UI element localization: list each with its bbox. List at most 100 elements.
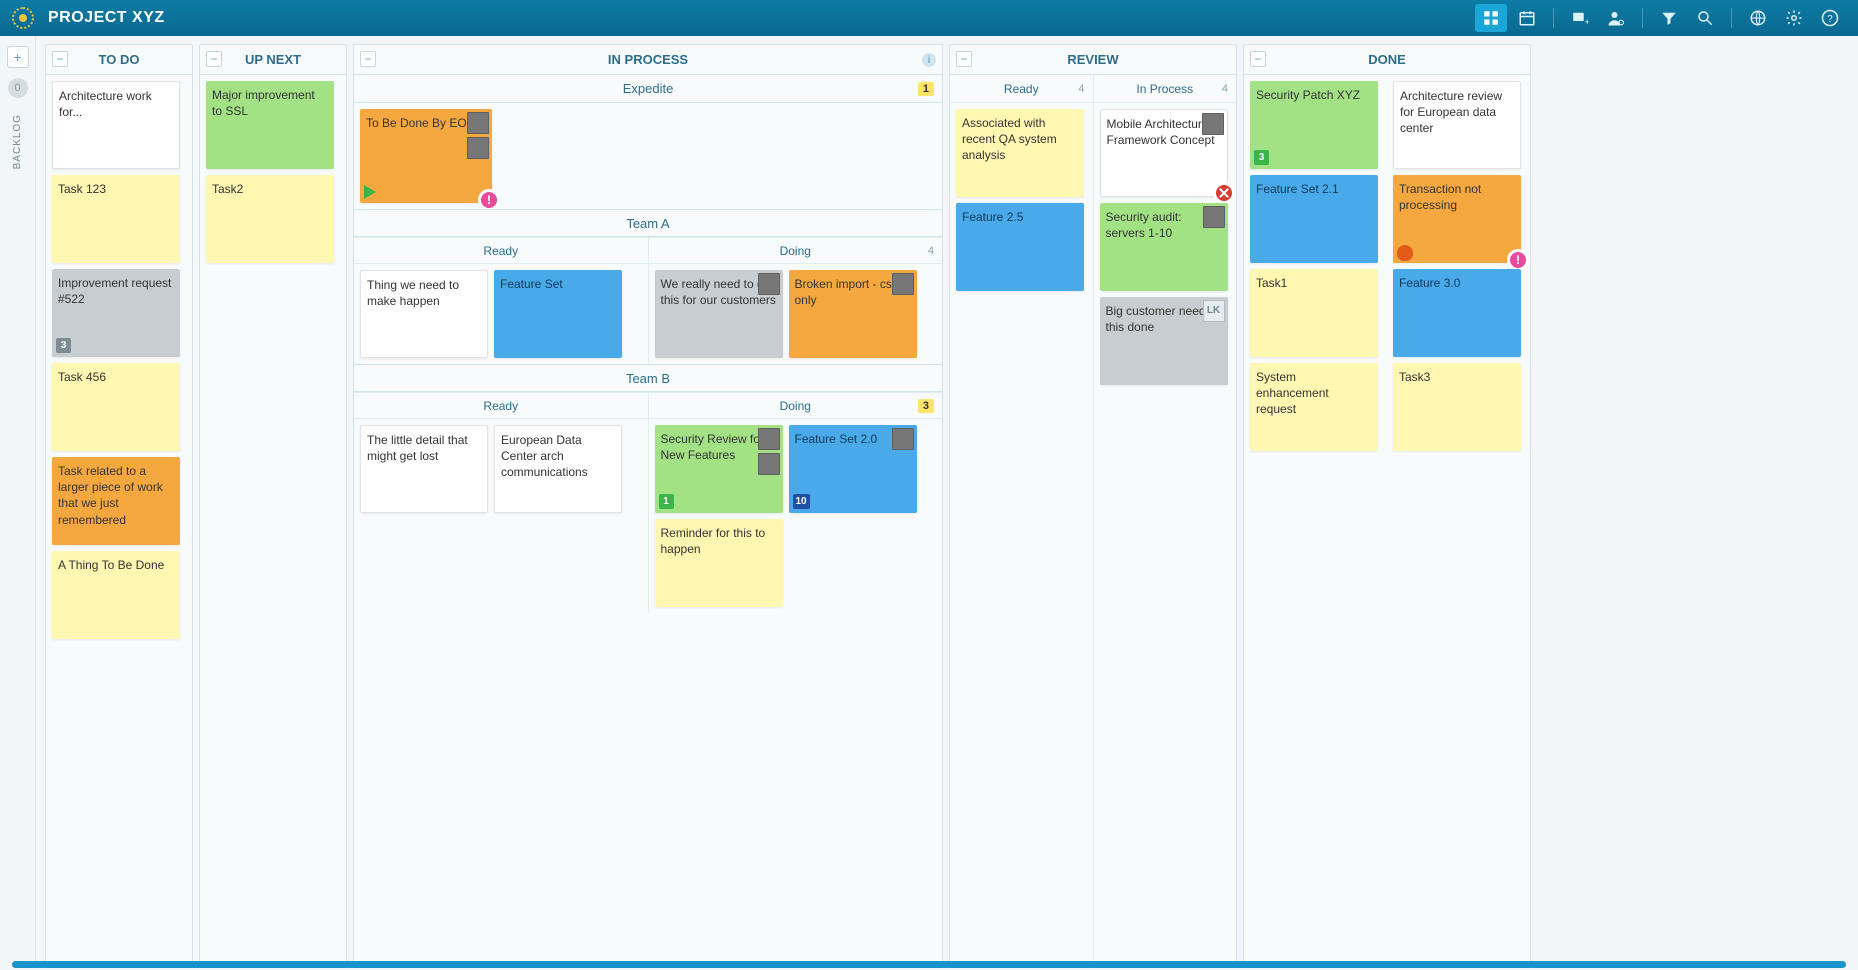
avatar-icon [467,112,489,134]
column-inprocess: − IN PROCESS i Expedite 1 To Be Done By … [353,44,943,966]
card-text: Mobile Architecture Framework Concept [1107,117,1215,147]
sub-column-doing: Doing 4 We really need to do this for our… [649,238,943,364]
add-button[interactable]: + [7,46,29,68]
sub-body: Architecture review for European data ce… [1387,75,1530,457]
swimlane-header-team-b: Team B [354,364,942,392]
collapse-icon[interactable]: − [206,51,222,67]
card-text: Associated with recent QA system analysi… [962,116,1057,162]
card-badge: 3 [1254,150,1269,165]
gear-icon[interactable] [1778,4,1810,32]
card-text: Task 123 [58,182,106,196]
calendar-icon[interactable] [1511,4,1543,32]
card-text: Task3 [1399,370,1430,384]
kanban-card[interactable]: Feature 2.5 [956,203,1084,291]
card-text: Security Review for New Features [661,432,764,462]
bug-icon [1397,245,1413,261]
sub-header: Doing 4 [649,238,943,264]
kanban-card[interactable]: Feature Set [494,270,622,358]
kanban-card[interactable]: Task 123 [52,175,180,263]
done-left: Security Patch XYZ3 Feature Set 2.1 Task… [1244,75,1387,965]
kanban-card[interactable]: Feature Set 2.1 [1250,175,1378,263]
globe-icon[interactable] [1742,4,1774,32]
count-label: 4 [1078,83,1084,95]
avatar-icon [467,137,489,159]
filter-icon[interactable] [1653,4,1685,32]
backlog-count: 0 [8,78,28,98]
kanban-card[interactable]: Transaction not processing! [1393,175,1521,263]
svg-text:?: ? [1827,14,1833,25]
kanban-card[interactable]: Feature 3.0 [1393,269,1521,357]
card-text: Task1 [1256,276,1287,290]
card-text: Architecture review for European data ce… [1400,89,1502,135]
card-text: Feature 3.0 [1399,276,1460,290]
swimlane-title: Expedite [623,81,674,96]
card-text: European Data Center arch communications [501,433,588,479]
collapse-icon[interactable]: − [52,51,68,67]
kanban-card[interactable]: Improvement request #5223 [52,269,180,357]
help-icon[interactable]: ? [1814,4,1846,32]
project-title: PROJECT XYZ [48,9,165,27]
kanban-card[interactable]: Task3 [1393,363,1521,451]
kanban-card[interactable]: Security Review for New Features1 [655,425,783,513]
sub-body: The little detail that might get lost Eu… [354,419,648,519]
kanban-card[interactable]: We really need to do this for our custom… [655,270,783,358]
collapse-icon[interactable]: − [1250,51,1266,67]
kanban-card[interactable]: Architecture review for European data ce… [1393,81,1521,169]
collapse-icon[interactable]: − [956,51,972,67]
arrow-icon [364,185,376,199]
column-review: − REVIEW Ready4 Associated with recent Q… [949,44,1237,966]
search-icon[interactable] [1689,4,1721,32]
column-header: − UP NEXT [200,45,346,75]
board-view-icon[interactable] [1475,4,1507,32]
svg-text:+: + [1585,17,1590,27]
sub-title: Doing [780,399,811,413]
kanban-card[interactable]: Task2 [206,175,334,263]
info-icon[interactable]: i [922,53,936,67]
kanban-card[interactable]: Security Patch XYZ3 [1250,81,1378,169]
card-badge: 3 [56,338,71,353]
card-text: Transaction not processing [1399,182,1481,212]
team-b-row: Ready The little detail that might get l… [354,392,942,613]
kanban-card[interactable]: Task related to a larger piece of work t… [52,457,180,545]
sub-column-ready: Ready4 Associated with recent QA system … [950,75,1094,965]
kanban-card[interactable]: Big customer needs this doneLK [1100,297,1228,385]
swimlane-title: Team A [626,216,669,231]
kanban-card[interactable]: Task 456 [52,363,180,451]
kanban-card[interactable]: To Be Done By EOD! ! [360,109,492,203]
sub-column-ready: Ready The little detail that might get l… [354,393,649,613]
avatar-initials: LK [1203,300,1225,322]
kanban-card[interactable]: Task1 [1250,269,1378,357]
card-badge: 10 [793,494,810,509]
alert-icon: ! [478,189,500,211]
card-text: Task related to a larger piece of work t… [58,464,163,527]
sub-title: Ready [483,244,518,258]
kanban-card[interactable]: Broken import - csv only [789,270,917,358]
count-label: 4 [928,245,934,257]
kanban-card[interactable]: Mobile Architecture Framework Concept [1100,109,1228,197]
kanban-card[interactable]: Thing we need to make happen [360,270,488,358]
card-text: Reminder for this to happen [661,526,766,556]
kanban-card[interactable]: Security audit: servers 1-10 [1100,203,1228,291]
kanban-card[interactable]: The little detail that might get lost [360,425,488,513]
kanban-card[interactable]: System enhancement request [1250,363,1378,451]
add-card-icon[interactable]: + [1564,4,1596,32]
sub-header: Ready4 [950,75,1093,103]
sub-body: Thing we need to make happen Feature Set [354,264,648,364]
sub-title: Doing [780,244,811,258]
swimlane-body: To Be Done By EOD! ! [354,103,942,209]
backlog-label[interactable]: BACKLOG [12,114,23,169]
kanban-card[interactable]: European Data Center arch communications [494,425,622,513]
kanban-card[interactable]: Associated with recent QA system analysi… [956,109,1084,197]
kanban-card[interactable]: A Thing To Be Done [52,551,180,639]
kanban-card[interactable]: Architecture work for... [52,81,180,169]
sub-body: We really need to do this for our custom… [649,264,943,364]
kanban-card[interactable]: Feature Set 2.010 [789,425,917,513]
avatar-icon [758,453,780,475]
column-done: − DONE Security Patch XYZ3 Feature Set 2… [1243,44,1531,966]
kanban-card[interactable]: Major improvement to SSL [206,81,334,169]
column-title: TO DO [99,52,140,67]
kanban-card[interactable]: Reminder for this to happen [655,519,783,607]
collapse-icon[interactable]: − [360,51,376,67]
horizontal-scrollbar[interactable] [12,961,1846,968]
user-settings-icon[interactable] [1600,4,1632,32]
